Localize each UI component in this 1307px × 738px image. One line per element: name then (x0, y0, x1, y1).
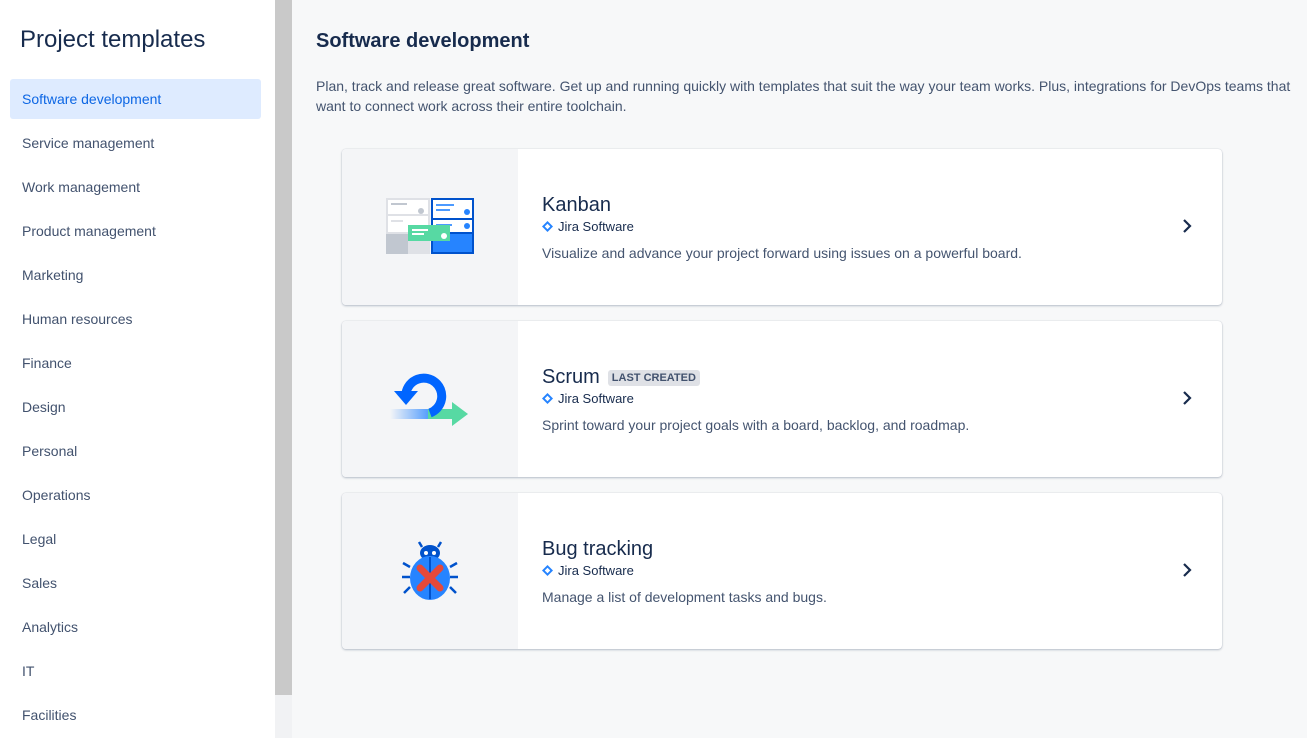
last-created-badge: Last created (607, 369, 700, 386)
product-label: Jira Software (542, 563, 634, 578)
card-description: Visualize and advance your project forwa… (542, 245, 1022, 261)
template-card-scrum[interactable]: Scrum Last created Jira Software Sprint … (342, 321, 1222, 477)
sidebar-item-facilities[interactable]: Facilities (10, 695, 261, 735)
main-panel: Software development Plan, track and rel… (292, 0, 1307, 738)
template-card-bug-tracking[interactable]: Bug tracking Jira Software Manage a list… (342, 493, 1222, 649)
card-title: Bug tracking (542, 538, 654, 560)
sidebar: Project templates Software development S… (0, 0, 275, 738)
sidebar-item-software-development[interactable]: Software development (10, 79, 261, 119)
jira-software-icon (542, 393, 553, 404)
sidebar-item-product-management[interactable]: Product management (10, 211, 261, 251)
card-title-row: Scrum Last created (542, 366, 700, 389)
sidebar-item-personal[interactable]: Personal (10, 431, 261, 471)
sidebar-item-finance[interactable]: Finance (10, 343, 261, 383)
sidebar-item-human-resources[interactable]: Human resources (10, 299, 261, 339)
template-card-kanban[interactable]: Kanban Jira Software Visualize and advan… (342, 149, 1222, 305)
sidebar-item-analytics[interactable]: Analytics (10, 607, 261, 647)
card-title-row: Bug tracking (542, 538, 653, 561)
card-body: Bug tracking Jira Software Manage a list… (518, 493, 1222, 649)
card-body: Kanban Jira Software Visualize and advan… (518, 149, 1222, 305)
product-name: Jira Software (558, 391, 634, 406)
card-description: Sprint toward your project goals with a … (542, 417, 970, 433)
sidebar-item-design[interactable]: Design (10, 387, 261, 427)
product-label: Jira Software (542, 391, 634, 406)
chevron-right-icon (1183, 219, 1192, 233)
sidebar-item-operations[interactable]: Operations (10, 475, 261, 515)
card-title: Kanban (542, 194, 611, 216)
card-title-row: Kanban (542, 194, 611, 217)
sidebar-item-work-management[interactable]: Work management (10, 167, 261, 207)
product-label: Jira Software (542, 219, 634, 234)
card-title: Scrum (542, 366, 600, 388)
kanban-board-icon (342, 149, 518, 305)
sidebar-item-service-management[interactable]: Service management (10, 123, 261, 163)
sidebar-item-legal[interactable]: Legal (10, 519, 261, 559)
sidebar-scrollbar-thumb[interactable] (275, 0, 292, 695)
category-list: Software development Service management … (10, 79, 261, 738)
bug-icon (342, 493, 518, 649)
sidebar-title: Project templates (20, 26, 206, 53)
product-name: Jira Software (558, 219, 634, 234)
card-description: Manage a list of development tasks and b… (542, 589, 827, 605)
sidebar-item-it[interactable]: IT (10, 651, 261, 691)
page-description: Plan, track and release great software. … (316, 78, 1291, 114)
jira-software-icon (542, 221, 553, 232)
chevron-right-icon (1183, 563, 1192, 577)
sidebar-item-marketing[interactable]: Marketing (10, 255, 261, 295)
product-name: Jira Software (558, 563, 634, 578)
jira-software-icon (542, 565, 553, 576)
sidebar-item-sales[interactable]: Sales (10, 563, 261, 603)
scrum-cycle-icon (342, 321, 518, 477)
card-body: Scrum Last created Jira Software Sprint … (518, 321, 1222, 477)
page-title: Software development (316, 30, 530, 52)
chevron-right-icon (1183, 391, 1192, 405)
